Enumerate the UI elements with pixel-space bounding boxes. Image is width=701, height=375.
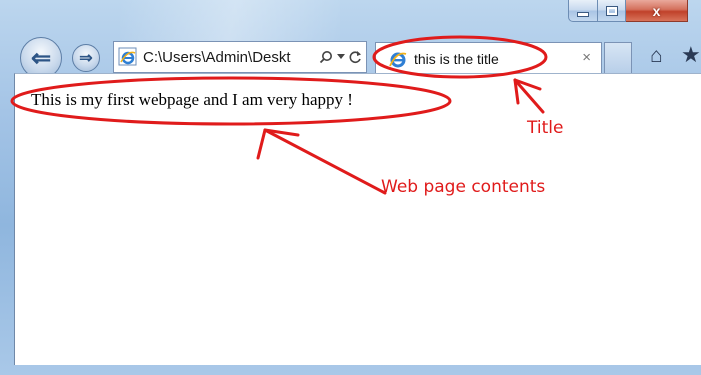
favorites-star-icon[interactable]: ★ <box>681 42 701 68</box>
ie-page-icon <box>118 47 138 67</box>
ie-logo-icon <box>388 49 408 69</box>
window-caption-buttons: x <box>568 0 688 25</box>
address-input[interactable]: C:\Users\Admin\Deskt <box>143 49 293 66</box>
search-icon[interactable] <box>319 50 333 64</box>
minimize-icon <box>577 12 589 17</box>
web-page-content: This is my first webpage and I am very h… <box>14 73 701 365</box>
browser-window: x ⇐ ⇒ C:\Users\Admin\Deskt this is the t… <box>0 0 701 375</box>
back-arrow-icon: ⇐ <box>30 44 52 72</box>
address-bar[interactable]: C:\Users\Admin\Deskt <box>113 41 367 73</box>
tab-close-icon[interactable]: × <box>582 49 591 66</box>
new-tab-button[interactable] <box>604 42 632 73</box>
forward-arrow-icon: ⇒ <box>79 50 93 67</box>
page-body-text: This is my first webpage and I am very h… <box>31 90 353 109</box>
close-window-button[interactable]: x <box>626 0 688 22</box>
home-icon[interactable]: ⌂ <box>650 44 663 68</box>
title-annotation-label: Title <box>527 118 564 138</box>
contents-annotation-label: Web page contents <box>381 177 546 197</box>
minimize-button[interactable] <box>568 0 598 22</box>
tab-title: this is the title <box>414 50 499 67</box>
maximize-button[interactable] <box>598 0 626 22</box>
dropdown-icon[interactable] <box>337 54 345 60</box>
address-bar-icons <box>319 50 366 64</box>
maximize-icon <box>605 5 618 16</box>
forward-button[interactable]: ⇒ <box>72 44 100 72</box>
close-icon: x <box>652 2 661 19</box>
refresh-icon[interactable] <box>349 50 362 64</box>
tab-active[interactable]: this is the title × <box>375 42 602 74</box>
